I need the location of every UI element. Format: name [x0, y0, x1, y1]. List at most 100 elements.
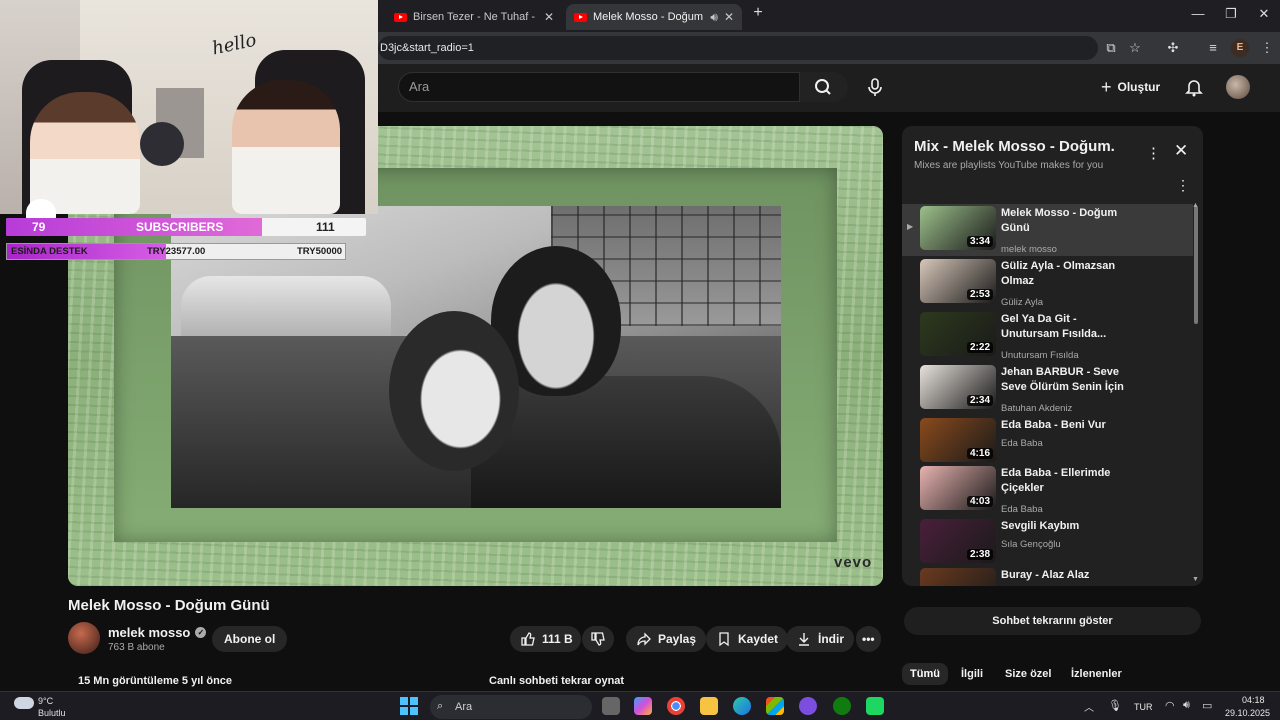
file-explorer-icon[interactable]	[700, 697, 718, 715]
live-chat-replay-label[interactable]: Canlı sohbeti tekrar oynat	[489, 675, 624, 687]
copilot-icon[interactable]	[634, 697, 652, 715]
mix-item[interactable]: 2:34 Jehan BARBUR - Seve Seve Ölürüm Seni…	[902, 363, 1193, 415]
restore-icon[interactable]: ❐	[1221, 6, 1241, 22]
mix-item[interactable]: 4:03 Eda Baba - Ellerimde Çiçekler Eda Bab…	[902, 464, 1193, 516]
task-view-icon[interactable]	[602, 697, 620, 715]
xbox-icon[interactable]	[833, 697, 851, 715]
mix-item-artist: Eda Baba	[1001, 504, 1043, 515]
mix-item-title[interactable]: Eda Baba - Ellerimde Çiçekler	[1001, 466, 1131, 496]
language-indicator[interactable]: TUR	[1134, 702, 1153, 712]
battery-icon[interactable]: ▭	[1202, 699, 1212, 712]
cast-icon[interactable]: ⧉	[1101, 38, 1121, 58]
mix-item-title[interactable]: Jehan BARBUR - Seve Seve Ölürüm Senin İç…	[1001, 365, 1131, 395]
app-green-icon[interactable]	[866, 697, 884, 715]
tab-melek-mosso[interactable]: Melek Mosso - Doğum Günü 🔊︎ ✕	[566, 4, 742, 30]
app-purple-icon[interactable]	[799, 697, 817, 715]
chip-watched[interactable]: İzlenenler	[1063, 663, 1130, 685]
mix-item[interactable]: 4:16 Eda Baba - Beni Vur Eda Baba	[902, 416, 1193, 468]
mix-close-icon[interactable]: ✕	[1174, 141, 1188, 161]
mix-item[interactable]: 2:53 Güliz Ayla - Olmazsan Olmaz Güliz Ayl…	[902, 257, 1193, 309]
store-icon[interactable]	[766, 697, 784, 715]
taskbar-search-input[interactable]: Ara	[430, 695, 592, 719]
mix-item-title[interactable]: Buray - Alaz Alaz	[1001, 568, 1131, 583]
weather-temperature[interactable]: 9°C	[38, 696, 53, 706]
streamer-webcam: hello	[0, 0, 378, 214]
mix-item[interactable]: Buray - Alaz Alaz	[902, 566, 1193, 586]
chrome-icon[interactable]	[667, 697, 685, 715]
windows-start-icon[interactable]	[400, 697, 418, 720]
notifications-bell-icon[interactable]	[1184, 77, 1204, 102]
mix-item-thumbnail[interactable]: 4:03	[920, 466, 996, 510]
download-button[interactable]: İndir	[786, 626, 854, 652]
more-actions-button[interactable]: •••	[856, 626, 881, 652]
mix-item-thumbnail[interactable]: 2:34	[920, 365, 996, 409]
mix-item[interactable]: 2:22 Gel Ya Da Git - Unutursam Fısılda...…	[902, 310, 1193, 362]
speaker-icon[interactable]: 🔊︎	[710, 10, 718, 25]
search-button[interactable]	[800, 72, 848, 102]
more-menu-icon[interactable]: ⋮	[1257, 38, 1277, 58]
mix-options-icon[interactable]: ⋮	[1176, 177, 1190, 194]
mix-more-icon[interactable]: ⋮	[1146, 144, 1161, 162]
mix-item[interactable]: ▶ 3:34 Melek Mosso - Doğum Günü melek mosso	[902, 204, 1193, 256]
new-tab-icon[interactable]: +	[748, 4, 768, 22]
channel-avatar[interactable]	[68, 622, 100, 654]
mix-item-title[interactable]: Melek Mosso - Doğum Günü	[1001, 206, 1131, 236]
mix-item-thumbnail[interactable]: 3:34	[920, 206, 996, 250]
mix-item-thumbnail[interactable]: 2:38	[920, 519, 996, 563]
like-button[interactable]: 111 B	[510, 626, 581, 652]
share-button[interactable]: Paylaş	[626, 626, 707, 652]
extensions-icon[interactable]: ✣	[1163, 38, 1183, 58]
dislike-button[interactable]	[582, 626, 614, 652]
url-field[interactable]: D3jc&start_radio=1	[378, 36, 1098, 60]
mix-item-title[interactable]: Güliz Ayla - Olmazsan Olmaz	[1001, 259, 1131, 289]
save-button[interactable]: Kaydet	[706, 626, 789, 652]
save-label: Kaydet	[738, 632, 779, 646]
channel-name[interactable]: melek mosso ✓	[108, 625, 207, 640]
close-window-icon[interactable]: ✕	[1254, 6, 1274, 22]
mix-scrollbar[interactable]	[1194, 206, 1198, 324]
media-control-icon[interactable]: ≡	[1203, 38, 1223, 58]
mix-item-thumbnail[interactable]	[920, 568, 996, 586]
tab-birsen-tezer[interactable]: Birsen Tezer - Ne Tuhaf - YouTube ✕	[386, 4, 562, 30]
woman-figure	[389, 311, 519, 471]
voice-search-icon[interactable]	[865, 77, 885, 102]
close-tab-icon[interactable]: ✕	[544, 10, 554, 24]
volume-icon[interactable]: 🔊︎	[1183, 699, 1190, 712]
mix-item-thumbnail[interactable]: 4:16	[920, 418, 996, 462]
account-avatar[interactable]	[1226, 75, 1250, 99]
chip-all[interactable]: Tümü	[902, 663, 948, 685]
chip-for-you[interactable]: Size özel	[997, 663, 1059, 685]
create-button[interactable]: + Oluştur	[1101, 74, 1160, 100]
scroll-up-icon[interactable]: ▲	[1192, 202, 1199, 209]
subscribe-button[interactable]: Abone ol	[212, 626, 288, 652]
chip-related[interactable]: İlgili	[953, 663, 991, 685]
profile-avatar[interactable]: E	[1231, 39, 1249, 57]
mix-item-title[interactable]: Sevgili Kaybım	[1001, 519, 1131, 534]
mix-item-thumbnail[interactable]: 2:53	[920, 259, 996, 303]
minimize-icon[interactable]: —	[1188, 6, 1208, 21]
mix-item-artist: Güliz Ayla	[1001, 297, 1044, 308]
show-chat-replay-button[interactable]: Sohbet tekrarını göster	[904, 607, 1201, 635]
weather-cloud-icon[interactable]	[14, 697, 34, 709]
edge-icon[interactable]	[733, 697, 751, 715]
weather-condition[interactable]: Bulutlu	[38, 708, 66, 718]
streamer-left	[30, 92, 140, 214]
wifi-icon[interactable]: ◠	[1165, 699, 1175, 712]
search-input[interactable]: Ara	[398, 72, 800, 102]
mix-item[interactable]: 2:38 Sevgili Kaybım Sıla Gençoğlu	[902, 517, 1193, 569]
mix-title[interactable]: Mix - Melek Mosso - Doğum...	[914, 138, 1114, 155]
tray-mic-icon[interactable]: 🎙︎	[1108, 699, 1122, 712]
scroll-down-icon[interactable]: ▼	[1192, 576, 1199, 583]
verified-badge-icon: ✓	[195, 627, 207, 638]
mix-item-duration: 2:22	[966, 342, 993, 353]
tray-expand-icon[interactable]: ︿	[1084, 699, 1094, 714]
bookmark-star-icon[interactable]: ☆	[1125, 38, 1145, 58]
clock-date[interactable]: 29.10.2025	[1225, 708, 1270, 718]
mix-item-title[interactable]: Gel Ya Da Git - Unutursam Fısılda...	[1001, 312, 1131, 342]
close-tab-icon[interactable]: ✕	[724, 10, 734, 24]
streamer-right	[232, 80, 340, 214]
mix-item-title[interactable]: Eda Baba - Beni Vur	[1001, 418, 1131, 433]
donation-target: TRY50000	[297, 246, 343, 257]
mix-item-thumbnail[interactable]: 2:22	[920, 312, 996, 356]
clock-time[interactable]: 04:18	[1242, 695, 1265, 705]
